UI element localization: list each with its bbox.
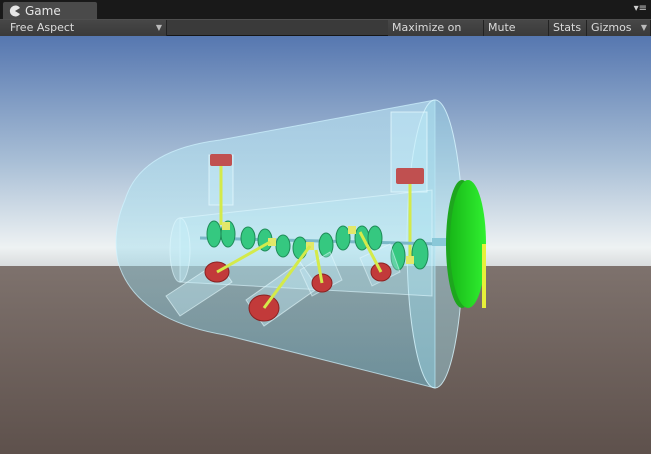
tab-label: Game [25, 3, 61, 18]
mute-audio-button[interactable]: Mute audio [484, 20, 549, 49]
gizmos-dropdown[interactable]: Gizmos ▼ [587, 20, 651, 36]
piston-top-left [210, 154, 232, 166]
crank-housing-cap [169, 217, 191, 283]
aspect-dropdown[interactable]: Free Aspect ▼ [0, 20, 167, 36]
tab-bar: Game ▾≡ [0, 0, 651, 19]
tab-game[interactable]: Game [2, 1, 98, 19]
game-window: Game ▾≡ Free Aspect ▼ Maximize on Play M… [0, 0, 651, 454]
pacman-icon [9, 5, 21, 17]
stats-button[interactable]: Stats [549, 20, 587, 36]
flywheel-marker [482, 244, 486, 308]
aspect-label: Free Aspect [10, 21, 75, 34]
flywheel [450, 180, 486, 308]
stats-label: Stats [553, 21, 582, 34]
gizmos-label: Gizmos [591, 21, 632, 34]
flywheel-shaft [432, 238, 448, 246]
chevron-down-icon: ▼ [155, 23, 162, 32]
maximize-on-play-button[interactable]: Maximize on Play [388, 20, 484, 49]
engine-scene [0, 36, 651, 454]
game-viewport[interactable] [0, 36, 651, 454]
game-toolbar: Free Aspect ▼ Maximize on Play Mute audi… [0, 19, 651, 49]
piston-top-right [396, 168, 424, 184]
menu-icon[interactable]: ▾≡ [634, 3, 647, 15]
chevron-down-icon: ▼ [640, 23, 647, 32]
